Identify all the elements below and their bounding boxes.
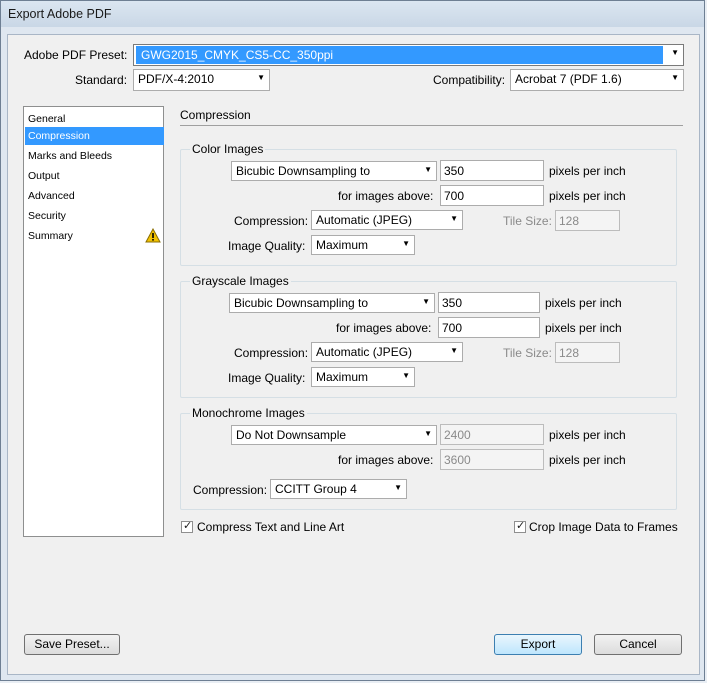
section-title: Compression bbox=[180, 108, 251, 122]
grayscale-ppi-unit: pixels per inch bbox=[545, 296, 622, 310]
chevron-down-icon: ▼ bbox=[422, 297, 430, 306]
monochrome-images-heading: Monochrome Images bbox=[190, 406, 307, 420]
chevron-down-icon: ▼ bbox=[394, 483, 402, 492]
color-quality-dropdown[interactable]: Maximum ▼ bbox=[311, 235, 415, 255]
chevron-down-icon: ▼ bbox=[424, 429, 432, 438]
grayscale-images-heading: Grayscale Images bbox=[190, 274, 291, 288]
compatibility-dropdown[interactable]: Acrobat 7 (PDF 1.6) ▼ bbox=[510, 69, 684, 91]
crop-images-label: Crop Image Data to Frames bbox=[529, 520, 678, 534]
standard-dropdown[interactable]: PDF/X-4:2010 ▼ bbox=[133, 69, 270, 91]
color-sampling-dropdown[interactable]: Bicubic Downsampling to ▼ bbox=[231, 161, 437, 181]
crop-images-checkbox[interactable]: ✓ bbox=[514, 520, 526, 533]
monochrome-ppi-field[interactable]: 2400 bbox=[440, 424, 544, 445]
grayscale-compression-dropdown[interactable]: Automatic (JPEG) ▼ bbox=[311, 342, 463, 362]
preset-label: Adobe PDF Preset: bbox=[24, 48, 128, 62]
color-above-label: for images above: bbox=[338, 189, 434, 203]
sidebar-item-summary[interactable]: Summary bbox=[25, 227, 164, 245]
grayscale-above-label: for images above: bbox=[336, 321, 432, 335]
chevron-down-icon: ▼ bbox=[450, 346, 458, 355]
preset-dropdown[interactable]: GWG2015_CMYK_CS5-CC_350ppi ▼ bbox=[133, 44, 684, 66]
grayscale-quality-label: Image Quality: bbox=[228, 371, 306, 385]
monochrome-sampling-dropdown[interactable]: Do Not Downsample ▼ bbox=[231, 425, 437, 445]
grayscale-above-field[interactable]: 700 bbox=[438, 317, 540, 338]
compress-text-label: Compress Text and Line Art bbox=[197, 520, 345, 534]
monochrome-ppi-unit: pixels per inch bbox=[549, 428, 626, 442]
sidebar-item-output[interactable]: Output bbox=[25, 167, 164, 185]
grayscale-above-unit: pixels per inch bbox=[545, 321, 622, 335]
chevron-down-icon: ▼ bbox=[402, 371, 410, 380]
sidebar-item-advanced[interactable]: Advanced bbox=[25, 187, 164, 205]
chevron-down-icon: ▼ bbox=[402, 239, 410, 248]
color-images-heading: Color Images bbox=[190, 142, 266, 156]
sidebar-item-compression[interactable]: Compression bbox=[25, 127, 164, 145]
chevron-down-icon: ▼ bbox=[257, 73, 265, 82]
checkmark-icon: ✓ bbox=[183, 520, 193, 532]
section-divider bbox=[180, 125, 683, 126]
grayscale-sampling-dropdown[interactable]: Bicubic Downsampling to ▼ bbox=[229, 293, 435, 313]
export-button[interactable]: Export bbox=[494, 634, 582, 655]
monochrome-above-field[interactable]: 3600 bbox=[440, 449, 544, 470]
sidebar: General Compression Marks and Bleeds Out… bbox=[23, 106, 164, 537]
chevron-down-icon: ▼ bbox=[424, 165, 432, 174]
save-preset-button[interactable]: Save Preset... bbox=[24, 634, 120, 655]
cancel-button[interactable]: Cancel bbox=[594, 634, 682, 655]
monochrome-compression-dropdown[interactable]: CCITT Group 4 ▼ bbox=[270, 479, 407, 499]
chevron-down-icon: ▼ bbox=[671, 48, 679, 57]
sidebar-item-general[interactable]: General bbox=[25, 110, 164, 128]
warning-icon bbox=[145, 228, 161, 243]
color-tile-label: Tile Size: bbox=[503, 214, 552, 228]
grayscale-quality-dropdown[interactable]: Maximum ▼ bbox=[311, 367, 415, 387]
monochrome-compression-label: Compression: bbox=[193, 483, 268, 497]
grayscale-tile-label: Tile Size: bbox=[503, 346, 552, 360]
color-compression-dropdown[interactable]: Automatic (JPEG) ▼ bbox=[311, 210, 463, 230]
grayscale-compression-label: Compression: bbox=[234, 346, 309, 360]
window-title: Export Adobe PDF bbox=[8, 7, 112, 21]
standard-label: Standard: bbox=[75, 73, 128, 87]
chevron-down-icon: ▼ bbox=[671, 73, 679, 82]
preset-selected-value: GWG2015_CMYK_CS5-CC_350ppi bbox=[136, 46, 663, 64]
color-quality-label: Image Quality: bbox=[228, 239, 306, 253]
title-bar: Export Adobe PDF bbox=[1, 1, 704, 27]
color-ppi-unit: pixels per inch bbox=[549, 164, 626, 178]
compress-text-checkbox[interactable]: ✓ bbox=[181, 520, 193, 533]
checkmark-icon: ✓ bbox=[516, 520, 526, 532]
color-tile-field[interactable]: 128 bbox=[555, 210, 620, 231]
color-above-field[interactable]: 700 bbox=[440, 185, 544, 206]
chevron-down-icon: ▼ bbox=[450, 214, 458, 223]
sidebar-item-security[interactable]: Security bbox=[25, 207, 164, 225]
grayscale-tile-field[interactable]: 128 bbox=[555, 342, 620, 363]
grayscale-ppi-field[interactable]: 350 bbox=[438, 292, 540, 313]
color-compression-label: Compression: bbox=[234, 214, 309, 228]
compatibility-label: Compatibility: bbox=[433, 73, 506, 87]
sidebar-item-marks-and-bleeds[interactable]: Marks and Bleeds bbox=[25, 147, 164, 165]
color-above-unit: pixels per inch bbox=[549, 189, 626, 203]
monochrome-above-label: for images above: bbox=[338, 453, 434, 467]
color-ppi-field[interactable]: 350 bbox=[440, 160, 544, 181]
monochrome-above-unit: pixels per inch bbox=[549, 453, 626, 467]
